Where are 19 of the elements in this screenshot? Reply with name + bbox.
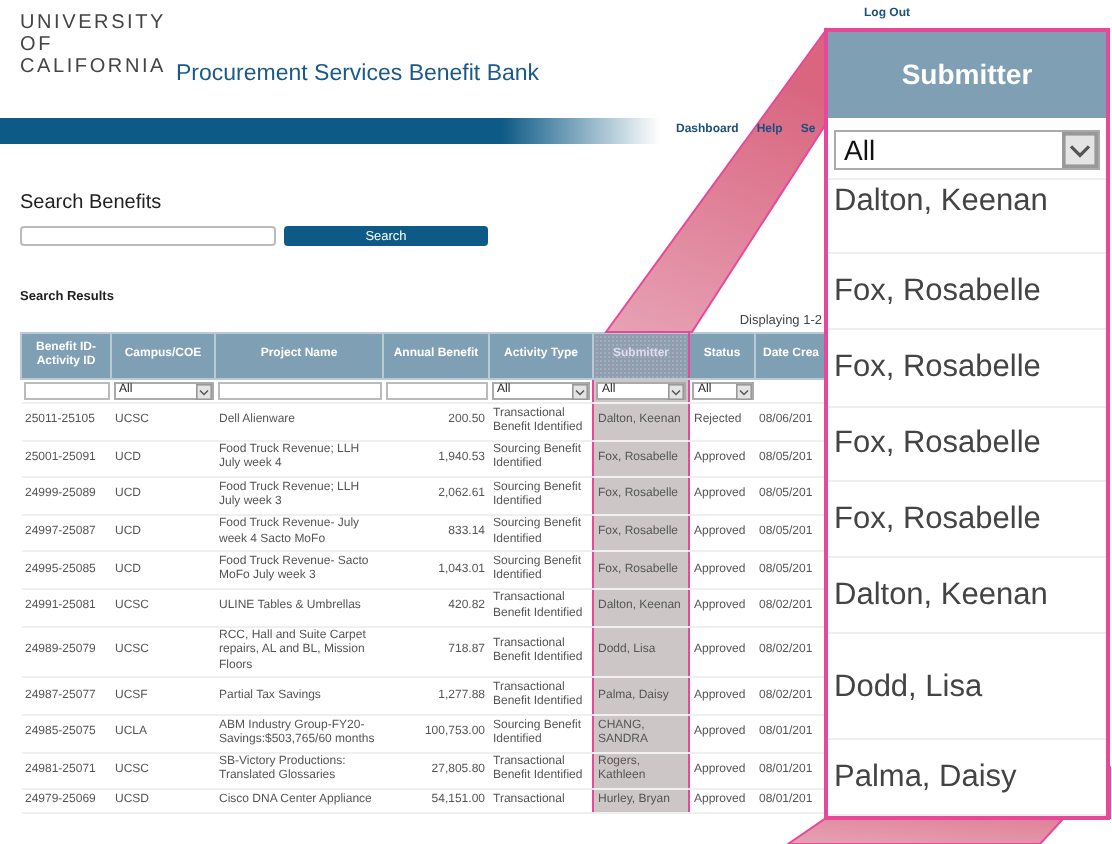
filter-field[interactable]: [217, 382, 381, 400]
filter-field[interactable]: [385, 382, 487, 400]
submitter-name: Palma, Daisy: [834, 760, 1017, 795]
app-title: Procurement Services Benefit Bank: [176, 62, 540, 86]
column-header: Submitter: [828, 32, 1106, 118]
filter-dropdown[interactable]: All: [834, 129, 1100, 170]
chevron-down-icon: [668, 383, 684, 399]
university-logo: UNIVERSITY OF CALIFORNIA: [20, 12, 167, 78]
filter-field[interactable]: [23, 382, 109, 400]
submitter-name: Dalton, Keenan: [834, 578, 1048, 613]
chevron-down-icon: [1062, 131, 1098, 168]
submitter-name: Fox, Rosabelle: [834, 273, 1041, 308]
submitter-name: Dalton, Keenan: [834, 183, 1048, 218]
submitter-name: Fox, Rosabelle: [834, 426, 1041, 461]
submitter-name: Fox, Rosabelle: [834, 502, 1041, 537]
submitter-name: Fox, Rosabelle: [834, 350, 1041, 385]
search-field[interactable]: [20, 226, 276, 246]
submitter-name: Dodd, Lisa: [834, 669, 983, 704]
section-title: Search Benefits: [20, 192, 162, 214]
